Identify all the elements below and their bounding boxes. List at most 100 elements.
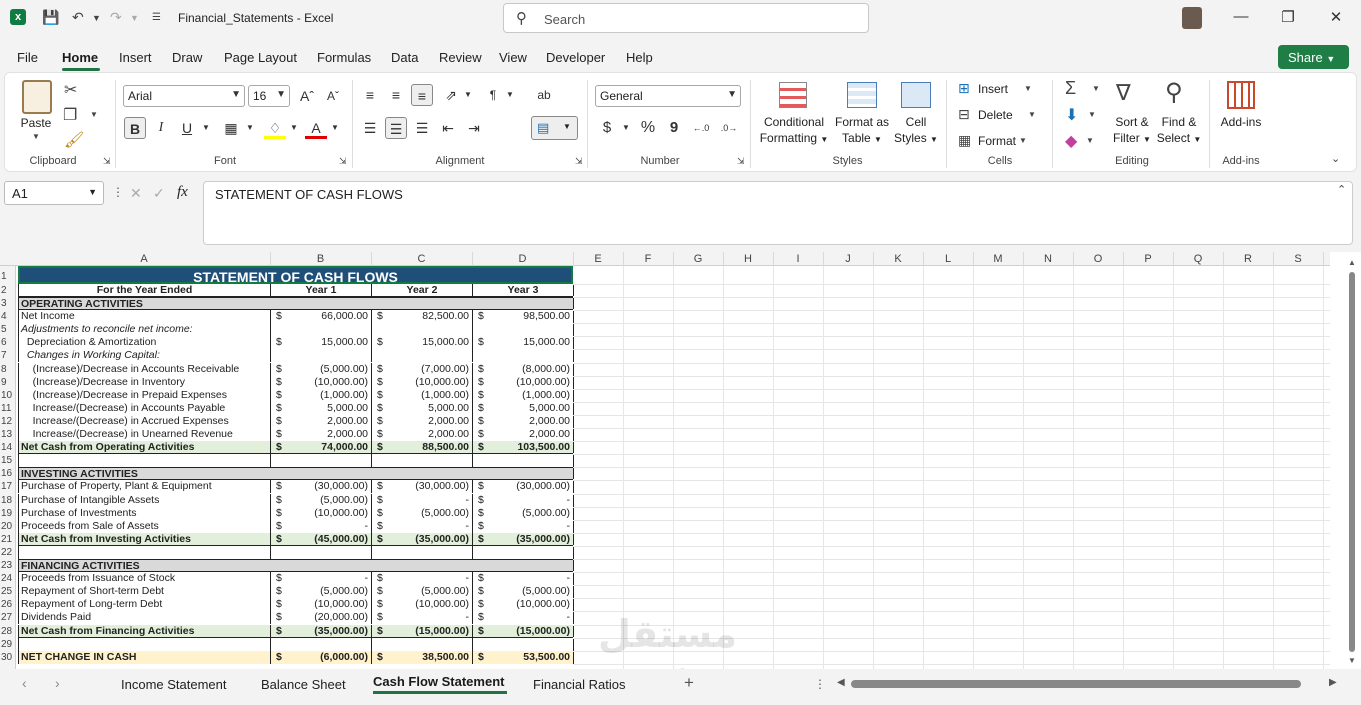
row-label-cell[interactable]: Purchase of Intangible Assets <box>19 493 271 507</box>
align-right-icon[interactable]: ☰ <box>411 117 433 139</box>
collapse-formula-icon[interactable]: ⌃ <box>1337 183 1346 196</box>
row-label-cell[interactable]: Net Cash from Financing Activities <box>19 624 271 637</box>
vertical-scrollbar[interactable]: ▲ ▼ <box>1345 258 1359 668</box>
italic-icon[interactable]: I <box>150 117 172 139</box>
undo-dropdown-icon[interactable]: ▼ <box>92 13 101 23</box>
value-cell[interactable]: $88,500.00 <box>372 441 473 454</box>
addins-icon[interactable] <box>1227 81 1255 109</box>
redo-icon[interactable]: ↷ <box>110 9 122 26</box>
menu-data[interactable]: Data <box>391 50 418 65</box>
insert-cells-icon[interactable]: ⊞ <box>958 80 970 97</box>
row-header[interactable]: 5 <box>0 324 16 335</box>
value-cell[interactable]: $5,000.00 <box>372 401 473 415</box>
value-cell[interactable]: $ (30,000.00) <box>372 480 473 494</box>
dialog-launcher-icon[interactable]: ⇲ <box>103 156 111 167</box>
column-header[interactable]: R <box>1223 253 1273 265</box>
decrease-decimal-icon[interactable]: .0→ <box>718 117 740 139</box>
row-header[interactable]: 4 <box>0 311 16 322</box>
value-cell[interactable]: $38,500.00 <box>372 650 473 664</box>
chevron-down-icon[interactable]: ▼ <box>1086 136 1094 145</box>
value-cell[interactable]: $ - <box>473 572 574 586</box>
restore-icon[interactable]: ❐ <box>1278 8 1298 26</box>
search-box[interactable]: ⚲ Search <box>503 3 869 33</box>
number-format-select[interactable]: General ▼ <box>595 85 741 107</box>
scroll-right-icon[interactable]: ▶ <box>1329 677 1337 688</box>
row-header[interactable]: 9 <box>0 377 16 388</box>
row-label-cell[interactable]: Net Cash from Operating Activities <box>19 441 271 454</box>
row-label-cell[interactable]: Changes in Working Capital: <box>19 349 271 363</box>
value-cell[interactable]: $ (5,000.00) <box>473 585 574 599</box>
value-cell[interactable]: $ (35,000.00) <box>372 532 473 545</box>
chevron-down-icon[interactable]: ▼ <box>1088 110 1096 119</box>
column-header[interactable]: J <box>823 253 873 265</box>
horizontal-scroll-thumb[interactable] <box>851 680 1301 688</box>
dialog-launcher-icon[interactable]: ⇲ <box>339 156 347 167</box>
increase-indent-icon[interactable]: ⇥ <box>463 117 485 139</box>
value-cell[interactable]: $ - <box>473 611 574 625</box>
value-cell[interactable]: $ - <box>473 519 574 533</box>
more-options-icon[interactable]: ⋮ <box>112 185 124 199</box>
row-label-cell[interactable]: Dividends Paid <box>19 611 271 625</box>
row-label-cell[interactable]: Purchase of Property, Plant & Equipment <box>19 480 271 494</box>
currency-dropdown-icon[interactable]: ▼ <box>615 117 637 139</box>
align-bottom-icon[interactable]: ≡ <box>411 84 433 106</box>
row-header[interactable]: 10 <box>0 390 16 401</box>
align-top-icon[interactable]: ≡ <box>359 84 381 106</box>
value-cell[interactable]: $ (35,000.00) <box>271 624 372 637</box>
value-cell[interactable]: $2,000.00 <box>473 428 574 442</box>
tab-income-statement[interactable]: Income Statement <box>121 677 227 692</box>
menu-help[interactable]: Help <box>626 50 653 65</box>
row-header[interactable]: 16 <box>0 468 16 479</box>
value-cell[interactable]: $66,000.00 <box>271 310 372 324</box>
save-icon[interactable]: 💾 <box>42 9 59 26</box>
next-sheet-icon[interactable]: › <box>55 675 60 691</box>
row-header[interactable]: 3 <box>0 298 16 309</box>
row-label-cell[interactable]: Increase/(Decrease) in Unearned Revenue <box>19 428 271 442</box>
value-cell[interactable]: $98,500.00 <box>473 310 574 324</box>
column-header[interactable]: K <box>873 253 923 265</box>
value-cell[interactable]: $ (10,000.00) <box>271 598 372 612</box>
value-cell[interactable]: $ (30,000.00) <box>473 480 574 494</box>
value-cell[interactable]: $53,500.00 <box>473 650 574 664</box>
value-cell[interactable] <box>372 545 473 559</box>
column-header[interactable]: E <box>573 253 623 265</box>
row-header[interactable]: 29 <box>0 639 16 650</box>
column-header[interactable]: L <box>923 253 973 265</box>
section-fill-cell[interactable] <box>271 468 574 480</box>
undo-icon[interactable]: ↶ <box>72 9 84 26</box>
dialog-launcher-icon[interactable]: ⇲ <box>737 156 745 167</box>
value-cell[interactable]: $82,500.00 <box>372 310 473 324</box>
value-cell[interactable] <box>271 323 372 337</box>
scroll-down-icon[interactable]: ▼ <box>1348 656 1356 665</box>
column-header[interactable]: S <box>1273 253 1323 265</box>
row-label-cell[interactable] <box>19 454 271 468</box>
text-direction-dropdown-icon[interactable]: ▼ <box>499 84 521 106</box>
tab-financial-ratios[interactable]: Financial Ratios <box>533 677 626 692</box>
header-year-1-cell[interactable]: Year 1 <box>271 284 372 296</box>
row-header[interactable]: 17 <box>0 481 16 492</box>
value-cell[interactable] <box>372 637 473 651</box>
value-cell[interactable]: $ - <box>372 519 473 533</box>
value-cell[interactable] <box>473 454 574 468</box>
column-header[interactable]: H <box>723 253 773 265</box>
value-cell[interactable]: $ - <box>271 572 372 586</box>
sort-filter-button[interactable]: Sort & Filter ▼ <box>1108 114 1156 148</box>
row-label-cell[interactable]: Repayment of Long-term Debt <box>19 598 271 612</box>
row-label-cell[interactable]: (Increase)/Decrease in Prepaid Expenses <box>19 388 271 402</box>
row-header[interactable]: 28 <box>0 626 16 637</box>
more-options-icon[interactable]: ⋮ <box>814 677 826 691</box>
value-cell[interactable]: $15,000.00 <box>473 336 574 350</box>
name-box[interactable]: A1 ▼ <box>4 181 104 205</box>
row-header[interactable]: 27 <box>0 612 16 623</box>
format-cells-button[interactable]: Format <box>978 133 1016 149</box>
cell-styles-icon[interactable] <box>901 82 931 108</box>
align-left-icon[interactable]: ☰ <box>359 117 381 139</box>
column-header[interactable]: D <box>472 253 573 265</box>
chevron-down-icon[interactable]: ▼ <box>1092 84 1100 93</box>
scroll-thumb[interactable] <box>1349 272 1355 652</box>
row-label-cell[interactable]: (Increase)/Decrease in Accounts Receivab… <box>19 362 271 376</box>
cancel-icon[interactable]: ✕ <box>130 185 142 202</box>
value-cell[interactable] <box>473 349 574 363</box>
row-label-cell[interactable]: Increase/(Decrease) in Accrued Expenses <box>19 414 271 428</box>
tab-cash-flow-statement[interactable]: Cash Flow Statement <box>373 674 504 689</box>
